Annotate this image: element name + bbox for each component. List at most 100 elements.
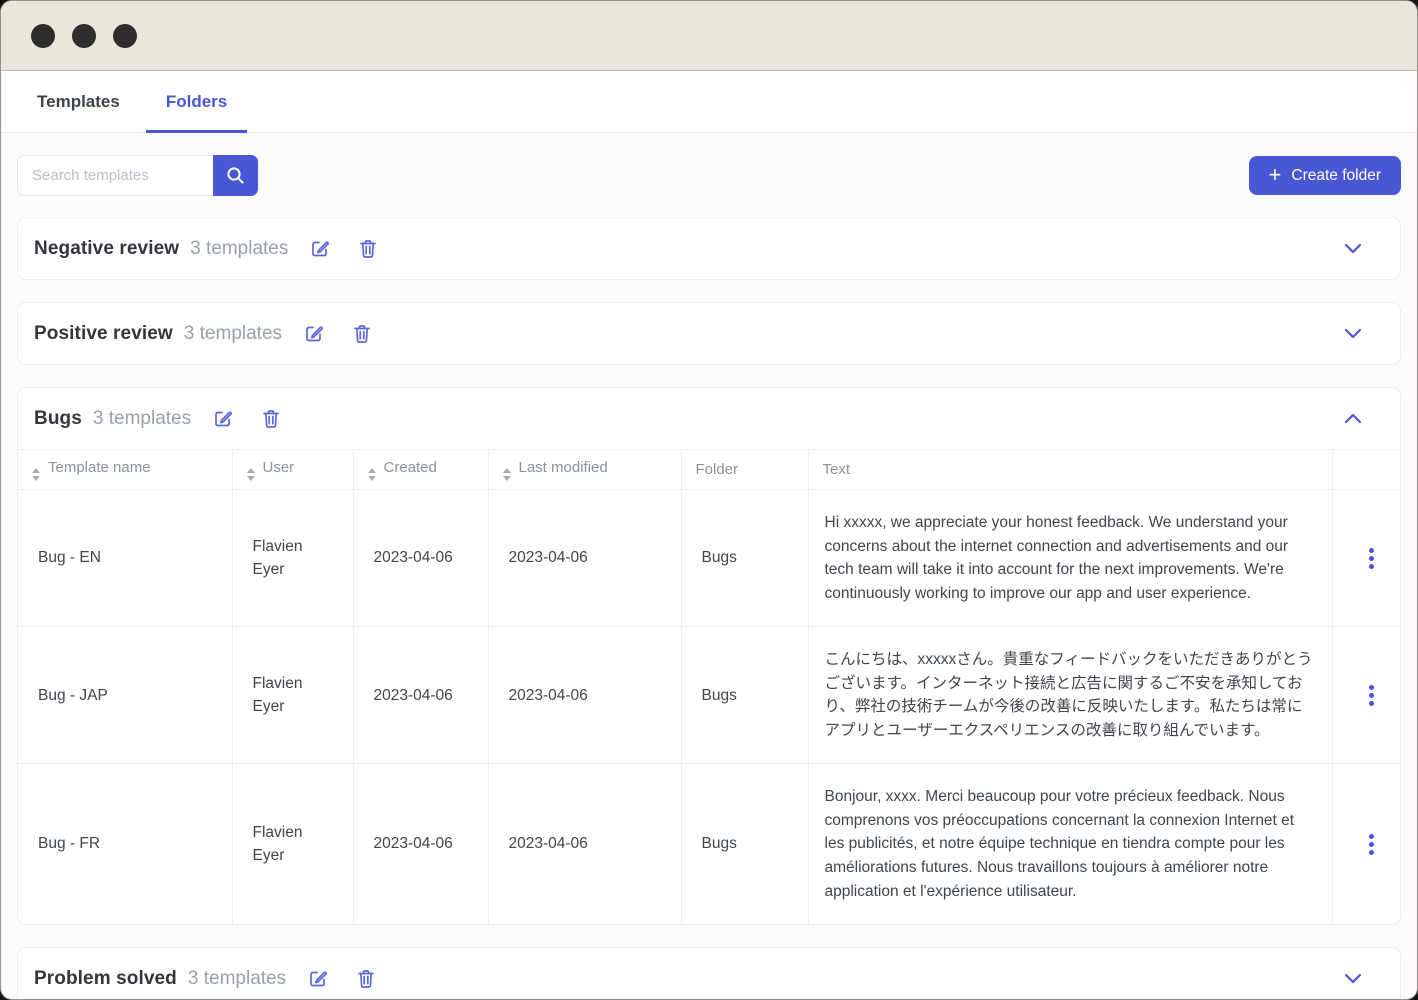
folder-card-bugs: Bugs 3 templates <box>17 387 1401 925</box>
column-header-text: Text <box>808 450 1332 490</box>
folder-header[interactable]: Problem solved 3 templates <box>18 948 1400 999</box>
window-minimize-button[interactable] <box>72 24 96 48</box>
cell-user: Flavien Eyer <box>232 627 353 764</box>
folder-template-count: 3 templates <box>190 238 288 260</box>
cell-template-name: Bug - JAP <box>18 627 232 764</box>
folder-header[interactable]: Bugs 3 templates <box>18 388 1400 449</box>
cell-text: Hi xxxxx, we appreciate your honest feed… <box>808 490 1332 627</box>
column-header-template-name[interactable]: Template name <box>18 450 232 490</box>
cell-last-modified: 2023-04-06 <box>488 627 681 764</box>
search-button[interactable] <box>213 155 258 196</box>
chevron-down-icon <box>1344 973 1362 984</box>
tab-bar: Templates Folders <box>1 71 1417 133</box>
row-menu-button[interactable] <box>1365 544 1378 573</box>
tab-templates[interactable]: Templates <box>35 71 122 132</box>
column-header-user[interactable]: User <box>232 450 353 490</box>
sort-arrows-icon <box>247 468 255 481</box>
folder-card-problem-solved: Problem solved 3 templates <box>17 947 1401 999</box>
cell-template-name: Bug - EN <box>18 490 232 627</box>
table-header-row: Template name User Created Last modified <box>18 450 1401 490</box>
kebab-menu-icon <box>1369 834 1374 839</box>
folder-name: Bugs <box>34 408 82 430</box>
kebab-menu-icon <box>1369 685 1374 690</box>
folder-header[interactable]: Negative review 3 templates <box>18 218 1400 279</box>
column-header-actions <box>1332 450 1401 490</box>
edit-icon <box>212 408 234 430</box>
column-header-folder: Folder <box>681 450 808 490</box>
delete-folder-button[interactable] <box>352 323 372 345</box>
trash-icon <box>352 323 372 345</box>
folder-template-count: 3 templates <box>184 323 282 345</box>
column-header-last-modified[interactable]: Last modified <box>488 450 681 490</box>
folder-name: Positive review <box>34 323 173 345</box>
toolbar: + Create folder <box>17 155 1401 196</box>
cell-created: 2023-04-06 <box>353 764 488 924</box>
tab-folders[interactable]: Folders <box>164 71 229 132</box>
row-menu-button[interactable] <box>1365 681 1378 710</box>
plus-icon: + <box>1269 164 1282 186</box>
window-titlebar <box>1 1 1417 71</box>
expand-folder-button[interactable] <box>1344 328 1362 339</box>
edit-icon <box>307 968 329 990</box>
collapse-folder-button[interactable] <box>1344 413 1362 424</box>
folder-name: Problem solved <box>34 968 177 990</box>
edit-folder-button[interactable] <box>307 968 329 990</box>
cell-actions <box>1332 764 1401 924</box>
cell-actions <box>1332 490 1401 627</box>
delete-folder-button[interactable] <box>356 968 376 990</box>
edit-folder-button[interactable] <box>309 238 331 260</box>
chevron-down-icon <box>1344 328 1362 339</box>
search-icon <box>226 166 245 185</box>
sort-arrows-icon <box>32 468 40 481</box>
templates-table: Template name User Created Last modified <box>18 449 1401 924</box>
trash-icon <box>356 968 376 990</box>
folder-card-negative-review: Negative review 3 templates <box>17 217 1401 280</box>
cell-folder: Bugs <box>681 627 808 764</box>
edit-icon <box>309 238 331 260</box>
delete-folder-button[interactable] <box>358 238 378 260</box>
cell-actions <box>1332 627 1401 764</box>
cell-created: 2023-04-06 <box>353 627 488 764</box>
cell-text: こんにちは、xxxxxさん。貴重なフィードバックをいただきありがとうございます。… <box>808 627 1332 764</box>
folder-header[interactable]: Positive review 3 templates <box>18 303 1400 364</box>
chevron-down-icon <box>1344 243 1362 254</box>
table-row: Bug - JAP Flavien Eyer 2023-04-06 2023-0… <box>18 627 1401 764</box>
create-folder-label: Create folder <box>1291 167 1381 185</box>
folder-name: Negative review <box>34 238 179 260</box>
cell-folder: Bugs <box>681 490 808 627</box>
search-group <box>17 155 258 196</box>
row-menu-button[interactable] <box>1365 830 1378 859</box>
main-content: + Create folder Negative review 3 templa… <box>1 133 1417 999</box>
delete-folder-button[interactable] <box>261 408 281 430</box>
edit-folder-button[interactable] <box>303 323 325 345</box>
folder-template-count: 3 templates <box>93 408 191 430</box>
search-input[interactable] <box>17 155 213 196</box>
table-row: Bug - FR Flavien Eyer 2023-04-06 2023-04… <box>18 764 1401 924</box>
window-maximize-button[interactable] <box>113 24 137 48</box>
column-header-created[interactable]: Created <box>353 450 488 490</box>
chevron-up-icon <box>1344 413 1362 424</box>
cell-last-modified: 2023-04-06 <box>488 764 681 924</box>
cell-user: Flavien Eyer <box>232 764 353 924</box>
cell-text: Bonjour, xxxx. Merci beaucoup pour votre… <box>808 764 1332 924</box>
trash-icon <box>358 238 378 260</box>
edit-icon <box>303 323 325 345</box>
table-row: Bug - EN Flavien Eyer 2023-04-06 2023-04… <box>18 490 1401 627</box>
cell-user: Flavien Eyer <box>232 490 353 627</box>
cell-folder: Bugs <box>681 764 808 924</box>
expand-folder-button[interactable] <box>1344 243 1362 254</box>
sort-arrows-icon <box>503 468 511 481</box>
folder-template-count: 3 templates <box>188 968 286 990</box>
cell-created: 2023-04-06 <box>353 490 488 627</box>
edit-folder-button[interactable] <box>212 408 234 430</box>
folder-card-positive-review: Positive review 3 templates <box>17 302 1401 365</box>
create-folder-button[interactable]: + Create folder <box>1249 156 1401 195</box>
expand-folder-button[interactable] <box>1344 973 1362 984</box>
window-close-button[interactable] <box>31 24 55 48</box>
kebab-menu-icon <box>1369 548 1374 553</box>
app-window: Templates Folders + Create fo <box>0 0 1418 1000</box>
cell-last-modified: 2023-04-06 <box>488 490 681 627</box>
cell-template-name: Bug - FR <box>18 764 232 924</box>
sort-arrows-icon <box>368 468 376 481</box>
trash-icon <box>261 408 281 430</box>
